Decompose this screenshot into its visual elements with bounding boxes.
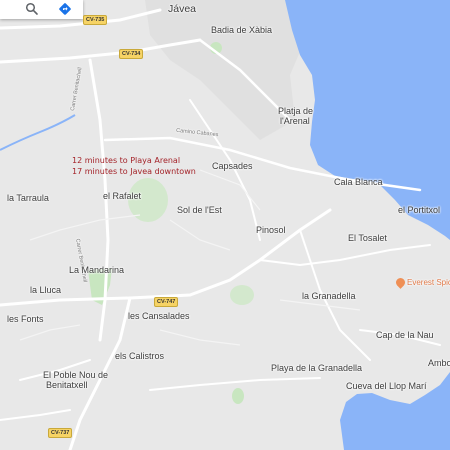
place-label-javea: Jávea [168,3,197,15]
map-search-box[interactable] [0,0,83,19]
place-label-poble-nou: El Poble Nou de [43,370,109,380]
park-area [230,285,254,305]
place-label-la-granadella: la Granadella [302,291,356,301]
directions-icon[interactable] [58,2,72,16]
place-label-playa-granadella: Playa de la Granadella [271,363,363,373]
route-shield: CV-737 [48,428,73,438]
place-label-badia: Badia de Xàbia [211,25,273,35]
place-label-la-lluca: la Lluca [30,285,62,295]
place-label-cap-de-la-nau: Cap de la Nau [376,330,434,340]
route-shield: CV-747 [154,297,179,307]
place-label-pinosol: Pinosol [256,225,286,235]
place-label-el-portitxol: el Portitxol [398,205,441,215]
route-shield: CV-735 [83,15,108,25]
place-label-sol-de-lest: Sol de l'Est [177,205,222,215]
place-label-platja-arenal: Platja de [278,106,314,116]
search-icon[interactable] [25,2,39,16]
place-label-les-cansalades: les Cansalades [128,311,190,321]
note-line-arenal: 12 minutes to Playa Arenal [72,156,181,165]
place-label-el-tosalet: El Tosalet [348,233,387,243]
place-label-els-calistros: els Calistros [115,351,165,361]
place-label-cueva: Cueva del Llop Marí [346,381,427,391]
travel-time-note: 12 minutes to Playa Arenal 17 minutes to… [72,155,196,177]
poi-label-everest[interactable]: Everest Spic [407,278,450,288]
note-line-javea: 17 minutes to Javea downtown [72,167,196,176]
place-label-capsades: Capsades [212,161,253,171]
place-label-la-mandarina: La Mandarina [69,265,125,275]
place-label-platja-arenal: l'Arenal [280,116,310,126]
place-label-el-rafalet: el Rafalet [103,191,142,201]
place-label-ambolo: Ambol [428,358,450,368]
place-label-les-fonts: les Fonts [7,314,44,324]
park-area [232,388,244,404]
place-label-la-tarraula: la Tarraula [7,193,49,203]
place-label-cala-blanca: Cala Blanca [334,177,383,187]
route-shield: CV-734 [119,49,144,59]
place-label-poble-nou: Benitatxell [46,380,88,390]
